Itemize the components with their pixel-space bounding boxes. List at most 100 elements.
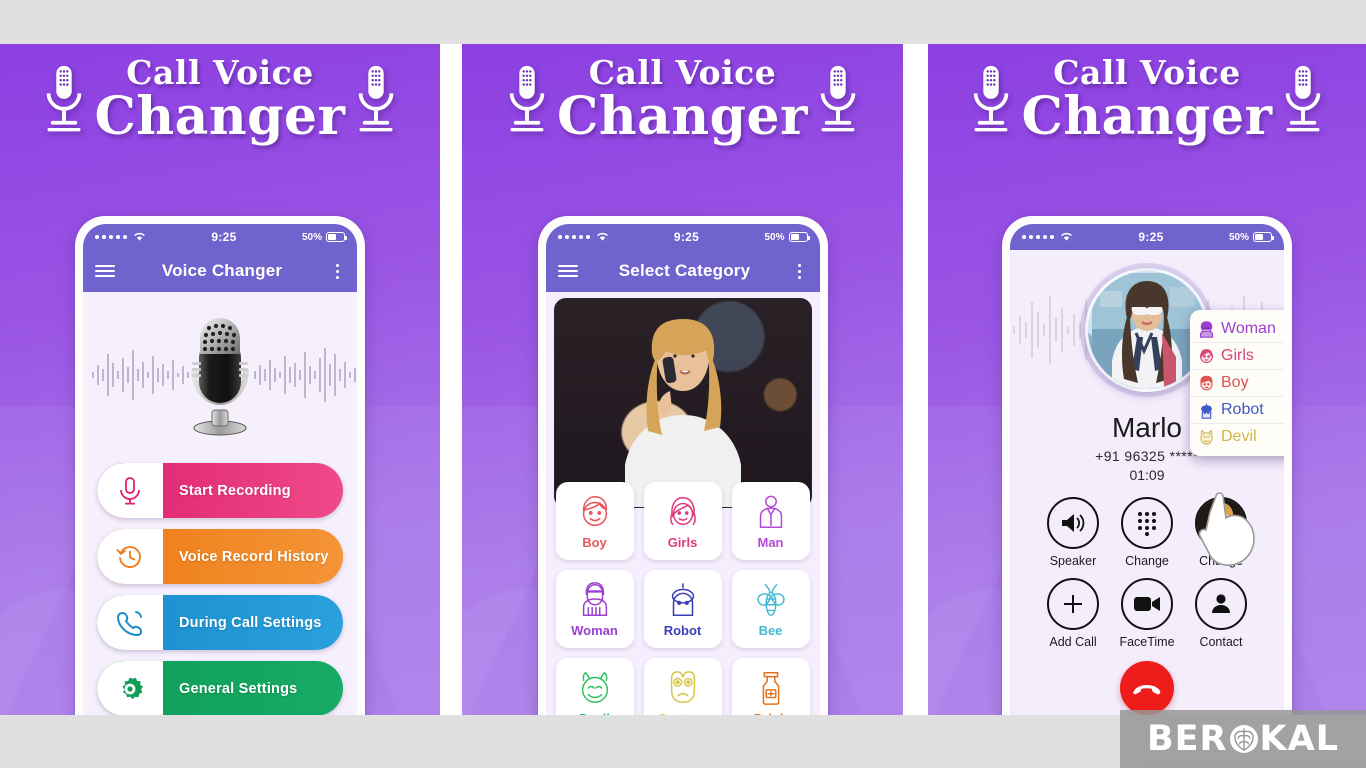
category-boy[interactable]: Boy [555,482,634,560]
boy-face-icon [582,495,607,526]
status-battery: 50% [1228,231,1274,243]
hamburger-menu-icon[interactable] [95,264,115,278]
start-recording-button[interactable]: Start Recording [97,463,343,518]
category-label: Boy [582,534,607,550]
app-bar-title: Voice Changer [161,261,283,280]
phone-call-icon [97,595,163,650]
category-girls[interactable]: Girls [643,482,722,560]
facetime-button[interactable]: FaceTime [1119,578,1175,649]
microphone-icon [974,65,1009,131]
berakal-watermark: BER KAL [1120,710,1366,768]
voice-effect-dropdown[interactable]: Woman Girls Boy Robot Devil [1190,310,1284,456]
keypad-dots-icon [1121,497,1173,549]
category-man[interactable]: Man [731,482,810,560]
category-robot[interactable]: Robot [643,570,722,648]
control-label: Speaker [1049,554,1097,568]
category-cartoon[interactable]: Cartoon [643,658,722,716]
promo-panel-2: Call Voice Changer 9:25 50% Select Categ… [462,44,903,715]
button-label: During Call Settings [179,614,322,631]
kebab-menu-icon[interactable] [792,263,808,279]
bee-icon [756,583,785,616]
brain-icon [1229,725,1258,753]
kebab-menu-icon[interactable] [329,263,345,279]
hangup-button[interactable] [1120,661,1174,715]
screenshot-stage: Call Voice Changer 9:25 50% Voice Change… [0,0,1366,768]
battery-icon [1253,232,1274,242]
dropdown-item-robot[interactable]: Robot [1190,397,1284,424]
dropdown-item-girls[interactable]: Girls [1190,343,1284,370]
woman-illustration [624,319,741,507]
battery-percent-label: 50% [764,231,785,243]
battery-icon [326,232,347,242]
gear-settings-icon [97,661,163,715]
watermark-text-before: BER [1146,719,1228,759]
title-line-2: Changer [94,86,346,147]
microphone-icon [358,65,393,131]
button-label: General Settings [179,680,298,697]
phone-mockup-2: 9:25 50% Select Category Boy Girls Man W… [537,216,828,716]
control-label: Contact [1199,635,1243,649]
category-woman[interactable]: Woman [555,570,634,648]
woman-on-phone-photo [553,298,812,508]
panel2-headline: Call Voice Changer [462,56,903,143]
panel-strip: Call Voice Changer 9:25 50% Voice Change… [0,44,1366,715]
microphone-icon [47,65,82,131]
promo-panel-3: Call Voice Changer 9:25 50% Marlo +91 96… [928,44,1366,715]
signal-dots-icon [95,232,146,242]
dropdown-label: Devil [1221,428,1257,445]
dropdown-label: Robot [1221,401,1264,418]
button-label: Voice Record History [179,548,329,565]
battery-percent-label: 50% [1228,231,1249,243]
general-settings-button[interactable]: General Settings [97,661,343,715]
category-label: Cartoon [658,711,708,716]
phone-screen-3: 9:25 50% Marlo +91 96325 ***** 01:09 Spe… [1010,224,1284,715]
promo-panel-1: Call Voice Changer 9:25 50% Voice Change… [0,44,440,715]
dropdown-item-devil[interactable]: Devil [1190,424,1284,450]
category-label: Robot [663,622,702,638]
voice-record-history-button[interactable]: Voice Record History [97,529,343,584]
phone-screen-1: 9:25 50% Voice Changer Start Recording V… [83,224,357,715]
hangup-phone-icon [1133,685,1161,695]
status-time: 9:25 [1138,230,1164,244]
wifi-icon [134,233,145,241]
category-label: Man [757,534,784,550]
robot-face-icon [1201,403,1212,419]
app-bar-2: Select Category [545,250,820,292]
speaker-button[interactable]: Speaker [1047,497,1099,568]
keypad-button[interactable]: Change [1121,497,1173,568]
status-bar: 9:25 50% [1010,224,1284,250]
dropdown-label: Girls [1221,347,1254,364]
control-label: Add Call [1049,635,1097,649]
battery-percent-label: 50% [301,231,322,243]
category-bee[interactable]: Bee [731,570,810,648]
category-devil[interactable]: Devil [555,658,634,715]
category-drink[interactable]: Drink [731,658,810,715]
status-time: 9:25 [673,230,700,244]
title-line-1: Call Voice [1053,53,1241,92]
wifi-icon [596,233,608,241]
signal-dots-icon [557,232,609,242]
app-bar-title: Select Category [618,261,751,280]
panel3-title: Call Voice Changer [1021,56,1272,143]
hamburger-menu-icon[interactable] [557,264,578,278]
category-label: Girls [667,534,698,550]
cartoon-face-icon [670,670,695,703]
voice-changer-home: Start Recording Voice Record History Dur… [83,292,357,715]
status-time: 9:25 [211,230,237,244]
app-bar-1: Voice Changer [83,250,357,292]
man-figure-icon [759,495,782,528]
home-action-list: Start Recording Voice Record History Dur… [83,457,357,715]
status-bar: 9:25 50% [545,224,820,250]
dropdown-item-woman[interactable]: Woman [1190,316,1284,343]
studio-microphone-icon [191,317,249,435]
call-duration: 01:09 [1129,467,1165,483]
status-battery: 50% [764,231,810,243]
microphone-icon [1285,65,1320,131]
dropdown-label: Woman [1221,320,1276,337]
dropdown-item-boy[interactable]: Boy [1190,370,1284,397]
add-call-button[interactable]: Add Call [1047,578,1099,649]
select-category-screen: Boy Girls Man Woman Robot Bee [545,292,820,716]
during-call-settings-button[interactable]: During Call Settings [97,595,343,650]
contact-button[interactable]: Contact [1195,578,1247,649]
phone-mockup-3: 9:25 50% Marlo +91 96325 ***** 01:09 Spe… [1002,216,1292,715]
